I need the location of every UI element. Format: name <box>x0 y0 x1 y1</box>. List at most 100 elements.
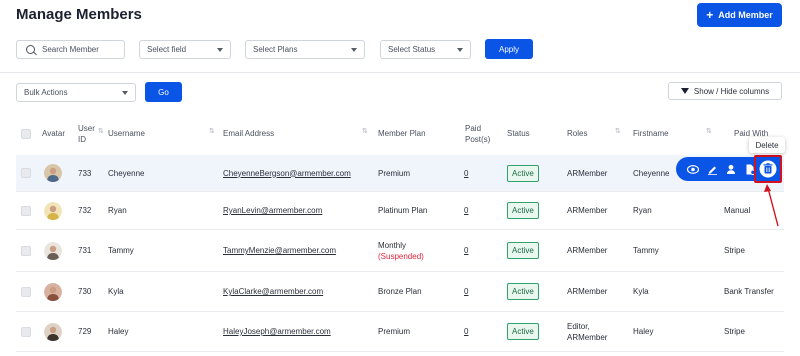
sort-icon[interactable]: ⇅ <box>706 127 712 135</box>
chevron-down-icon <box>351 48 357 52</box>
row-checkbox[interactable] <box>21 192 31 229</box>
status-badge: Active <box>507 242 539 259</box>
paid-posts-link[interactable]: 0 <box>464 169 468 178</box>
firstname: Ryan <box>633 206 652 215</box>
status-badge: Active <box>507 283 539 300</box>
col-paid-line2: Post(s) <box>465 134 491 144</box>
roles: ARMember <box>567 168 608 178</box>
email-link[interactable]: RyanLevin@armember.com <box>223 206 322 215</box>
select-plans-dropdown[interactable]: Select Plans <box>245 40 365 59</box>
firstname: Tammy <box>633 246 659 255</box>
sort-icon[interactable]: ⇅ <box>615 127 621 135</box>
row-checkbox[interactable] <box>21 312 31 351</box>
select-field-label: Select field <box>147 45 187 54</box>
go-button[interactable]: Go <box>145 82 182 102</box>
roles: ARMember <box>567 287 608 296</box>
col-user-id-line2: ID <box>78 134 86 144</box>
row-checkbox[interactable] <box>21 230 31 271</box>
select-status-label: Select Status <box>388 45 436 54</box>
user-id: 732 <box>78 206 92 215</box>
sort-icon[interactable]: ⇅ <box>98 127 104 135</box>
divider <box>0 72 800 73</box>
avatar <box>44 192 62 229</box>
roles-extra: ARMember <box>567 332 608 342</box>
plan-suspended-note: (Suspended) <box>378 251 424 261</box>
search-input[interactable]: Search Member <box>16 40 125 59</box>
avatar <box>44 272 62 311</box>
bulk-actions-dropdown[interactable]: Bulk Actions <box>16 83 136 102</box>
col-user-id[interactable]: User ID <box>78 113 95 154</box>
row-checkbox[interactable] <box>21 272 31 311</box>
paid-posts-link[interactable]: 0 <box>464 327 468 336</box>
paid-posts-link[interactable]: 0 <box>464 206 468 215</box>
table-row: 732 Ryan RyanLevin@armember.com Platinum Pl… <box>16 192 784 230</box>
email-link[interactable]: TammyMenzie@armember.com <box>223 246 336 255</box>
avatar <box>44 312 62 351</box>
paid-with: Bank Transfer <box>724 287 774 296</box>
col-username[interactable]: Username <box>108 113 145 154</box>
trash-icon <box>759 160 777 178</box>
paid-posts-link[interactable]: 0 <box>464 246 468 255</box>
view-button[interactable] <box>686 162 700 176</box>
edit-icon <box>707 166 717 175</box>
status-badge: Active <box>507 202 539 219</box>
page-title: Manage Members <box>16 6 142 23</box>
add-member-button[interactable]: + Add Member <box>697 3 782 27</box>
status-badge: Active <box>507 323 539 340</box>
member-plan: Platinum Plan <box>378 206 428 215</box>
avatar <box>44 155 62 191</box>
select-plans-label: Select Plans <box>253 45 298 54</box>
delete-button[interactable] <box>754 155 782 183</box>
user-id: 733 <box>78 168 92 178</box>
row-checkbox[interactable] <box>21 155 31 191</box>
select-field-dropdown[interactable]: Select field <box>139 40 231 59</box>
bulk-actions-label: Bulk Actions <box>24 88 68 97</box>
paid-with: Manual <box>724 206 751 215</box>
paid-posts-link[interactable]: 0 <box>464 287 468 296</box>
table-header: Avatar User ID ⇅ Username ⇅ Email Addres… <box>16 113 784 154</box>
firstname: Haley <box>633 327 654 336</box>
sort-icon[interactable]: ⇅ <box>209 127 215 135</box>
edit-button[interactable] <box>705 162 719 176</box>
apply-button[interactable]: Apply <box>485 39 533 59</box>
member-plan: Premium <box>378 168 411 178</box>
search-placeholder: Search Member <box>42 45 99 54</box>
email-link[interactable]: HaleyJoseph@armember.com <box>223 327 331 336</box>
roles: ARMember <box>567 206 608 215</box>
col-email[interactable]: Email Address <box>223 113 274 154</box>
user-icon <box>726 164 735 174</box>
col-member-plan: Member Plan <box>378 129 426 138</box>
annotation-arrow <box>764 184 779 227</box>
username: Ryan <box>108 206 127 215</box>
roles: ARMember <box>567 246 608 255</box>
col-avatar: Avatar <box>42 129 65 138</box>
paid-with: Stripe <box>724 246 745 255</box>
col-user-id-line1: User <box>78 123 95 133</box>
select-all-checkbox[interactable] <box>21 113 31 154</box>
username: Cheyenne <box>108 168 145 178</box>
col-status: Status <box>507 129 530 138</box>
col-paid-posts: Paid Post(s) <box>465 113 490 154</box>
email-link[interactable]: CheyenneBergson@armember.com <box>223 169 351 178</box>
username: Tammy <box>108 246 134 255</box>
show-hide-columns-button[interactable]: Show / Hide columns <box>668 82 782 100</box>
chevron-down-icon <box>217 48 223 52</box>
select-status-dropdown[interactable]: Select Status <box>380 40 471 59</box>
member-plan: Premium <box>378 327 411 336</box>
username: Kyla <box>108 287 124 296</box>
col-firstname[interactable]: Firstname <box>633 113 669 154</box>
delete-tooltip: Delete <box>749 137 785 153</box>
user-details-button[interactable] <box>724 162 738 176</box>
search-icon <box>26 45 35 54</box>
col-paid-line1: Paid <box>465 123 482 133</box>
table-row: 730 Kyla KylaClarke@armember.com Bronze Pla… <box>16 272 784 312</box>
chevron-down-icon <box>122 91 128 95</box>
avatar <box>44 230 62 271</box>
email-link[interactable]: KylaClarke@armember.com <box>223 287 323 296</box>
member-plan: Bronze Plan <box>378 287 422 296</box>
user-id: 731 <box>78 246 92 255</box>
roles: Editor, <box>567 321 590 331</box>
sort-icon[interactable]: ⇅ <box>362 127 368 135</box>
col-roles: Roles <box>567 129 588 138</box>
plus-icon: + <box>706 8 714 22</box>
